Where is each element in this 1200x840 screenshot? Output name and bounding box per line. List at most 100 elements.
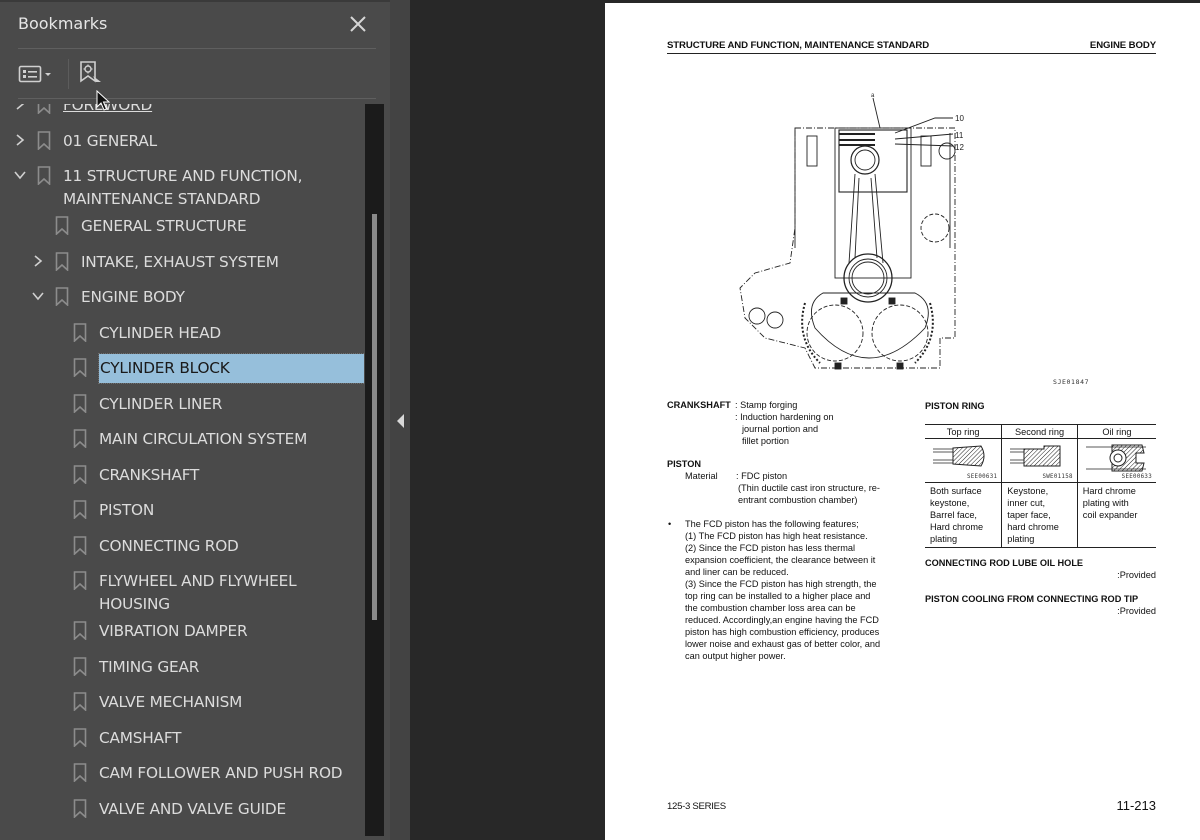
bookmark-icon <box>73 798 87 819</box>
bookmark-icon <box>73 535 87 556</box>
bookmark-item[interactable]: 01 GENERAL <box>0 123 364 159</box>
bookmark-label: CRANKSHAFT <box>99 465 200 484</box>
ring-description-line: Keystone, <box>1007 486 1049 496</box>
bookmark-label: 11 STRUCTURE AND FUNCTION, MAINTENANCE ST… <box>63 167 303 208</box>
crankshaft-line-2: : Induction hardening on <box>735 412 834 422</box>
bookmark-label: CYLINDER BLOCK <box>98 353 364 384</box>
find-current-bookmark-button[interactable] <box>79 59 105 89</box>
bookmark-item[interactable]: GENERAL STRUCTURE <box>0 208 364 244</box>
bookmark-scrollbar[interactable] <box>365 104 384 836</box>
piston-material-label: Material <box>685 471 718 481</box>
bookmark-label: CYLINDER LINER <box>99 394 223 413</box>
lube-oil-hole-value: :Provided <box>1117 570 1156 580</box>
bookmark-item[interactable]: VALVE AND VALVE GUIDE <box>0 791 364 827</box>
feature-line: the combustion chamber loss area can be <box>685 603 856 613</box>
crankshaft-line-3: journal portion and <box>742 424 819 434</box>
document-viewport[interactable]: STRUCTURE AND FUNCTION, MAINTENANCE STAN… <box>410 0 1200 840</box>
bookmark-label: FOREWORD <box>63 104 153 114</box>
bookmark-item[interactable]: PISTON <box>0 492 364 528</box>
second-ring-description: Keystone, inner cut, taper face, hard chrom… <box>1001 482 1078 548</box>
toolbar-separator <box>68 59 69 89</box>
second-ring-code: SWE01158 <box>1042 474 1073 480</box>
bookmark-label: VALVE AND VALVE GUIDE <box>99 799 286 818</box>
lube-oil-hole-title: CONNECTING ROD LUBE OIL HOLE <box>925 558 1084 568</box>
second-ring-diagram: SWE01158 <box>1001 438 1078 483</box>
piston-cooling-value: :Provided <box>1117 606 1156 616</box>
bookmark-item[interactable]: VIBRATION DAMPER <box>0 613 364 649</box>
bookmark-icon <box>55 287 69 307</box>
header-section-title: STRUCTURE AND FUNCTION, MAINTENANCE STAN… <box>667 40 930 51</box>
top-ring-description: Both surface keystone, Barrel face, Hard ch… <box>925 482 1002 548</box>
bookmark-item[interactable]: FLYWHEEL AND FLYWHEEL HOUSING <box>0 563 364 613</box>
bookmark-item[interactable]: CYLINDER BLOCK <box>0 350 364 386</box>
top-ring-section-image <box>933 445 985 467</box>
bookmark-item[interactable]: FOREWORD <box>0 104 364 123</box>
bookmark-label: GENERAL STRUCTURE <box>81 217 247 235</box>
bookmark-icon <box>37 166 51 186</box>
ring-description-line: plating <box>930 534 958 544</box>
bookmark-item[interactable]: MAIN CIRCULATION SYSTEM <box>0 421 364 457</box>
bookmark-icon <box>73 464 87 485</box>
bookmark-item[interactable]: TIMING GEAR <box>0 649 364 685</box>
crankshaft-line-4: fillet portion <box>742 436 789 446</box>
options-menu-button[interactable] <box>18 59 54 89</box>
collapse-panel-left-icon <box>397 414 404 428</box>
ring-description-line: Hard chrome <box>1082 486 1136 496</box>
feature-line: The FCD piston has the following feature… <box>685 519 859 529</box>
chevron-right-icon[interactable] <box>14 104 26 111</box>
bookmark-item[interactable]: CAM FOLLOWER AND PUSH ROD <box>0 755 364 791</box>
piston-material-note-2: entrant combustion chamber) <box>738 495 858 505</box>
col-header-oil-ring: Oil ring <box>1076 424 1156 439</box>
bookmark-item[interactable]: CYLINDER LINER <box>0 386 364 422</box>
bookmark-icon <box>37 130 51 151</box>
callout-11: 11 <box>955 131 964 140</box>
bookmark-label: PISTON <box>99 501 155 519</box>
bookmark-item[interactable]: ENGINE BODY <box>0 279 364 315</box>
close-button[interactable] <box>346 12 370 36</box>
feature-line: and liner can be reduced. <box>685 567 789 577</box>
scrollbar-thumb[interactable] <box>372 213 377 621</box>
chevron-down-icon[interactable] <box>14 168 26 182</box>
pdf-page: STRUCTURE AND FUNCTION, MAINTENANCE STAN… <box>605 3 1200 840</box>
bookmark-label: VIBRATION DAMPER <box>99 622 248 640</box>
chevron-down-icon[interactable] <box>32 289 44 303</box>
bookmark-icon <box>73 727 87 748</box>
crankshaft-label: CRANKSHAFT <box>667 400 731 410</box>
feature-line: (3) Since the FCD piston has high streng… <box>685 579 877 589</box>
bookmark-icon <box>73 429 87 449</box>
figure-code: SJE01847 <box>1053 378 1090 386</box>
chevron-right-icon[interactable] <box>32 254 44 268</box>
ring-description-line: Both surface <box>930 486 982 496</box>
bookmark-item[interactable]: CAMSHAFT <box>0 720 364 756</box>
bookmark-label: CYLINDER HEAD <box>99 323 221 342</box>
caret-down-icon <box>45 73 51 76</box>
bookmarks-toolbar <box>18 56 105 92</box>
col-header-top-ring: Top ring <box>925 424 1002 439</box>
callout-12: 12 <box>955 143 964 152</box>
bookmark-label: CAM FOLLOWER AND PUSH ROD <box>99 764 343 782</box>
bookmark-icon <box>73 322 87 343</box>
bookmark-item[interactable]: CYLINDER HEAD <box>0 315 364 351</box>
close-icon <box>350 16 366 32</box>
piston-ring-title: PISTON RING <box>925 401 985 411</box>
panel-title: Bookmarks <box>18 14 108 33</box>
ring-description-line: taper face, <box>1007 510 1051 520</box>
ring-description-line: plating <box>1007 534 1035 544</box>
bookmark-label: CAMSHAFT <box>99 728 182 747</box>
ring-description-line: inner cut, <box>1007 498 1046 508</box>
bookmark-item[interactable]: INTAKE, EXHAUST SYSTEM <box>0 244 364 280</box>
bookmark-item[interactable]: CRANKSHAFT <box>0 457 364 493</box>
chevron-right-icon[interactable] <box>14 133 26 147</box>
feature-line: expansion coefficient, the clearance bet… <box>685 555 876 565</box>
piston-material-value: : FDC piston <box>736 471 788 481</box>
bookmarks-panel: Bookmarks FOREWORD 01 GENERAL 11 STRUCTU… <box>0 0 390 840</box>
feature-line: lower noise and exhaust gas of better co… <box>685 639 881 649</box>
ring-description-line: Barrel face, <box>930 510 977 520</box>
bookmark-item[interactable]: VALVE MECHANISM <box>0 684 364 720</box>
bookmark-item[interactable]: CONNECTING ROD <box>0 528 364 564</box>
bookmark-item[interactable]: 11 STRUCTURE AND FUNCTION, MAINTENANCE ST… <box>0 158 364 208</box>
bookmark-label: VALVE MECHANISM <box>99 693 243 711</box>
ring-description-line: Hard chrome <box>930 522 984 532</box>
collapse-panel-button[interactable] <box>390 0 410 840</box>
find-current-bookmark-icon <box>80 61 101 83</box>
